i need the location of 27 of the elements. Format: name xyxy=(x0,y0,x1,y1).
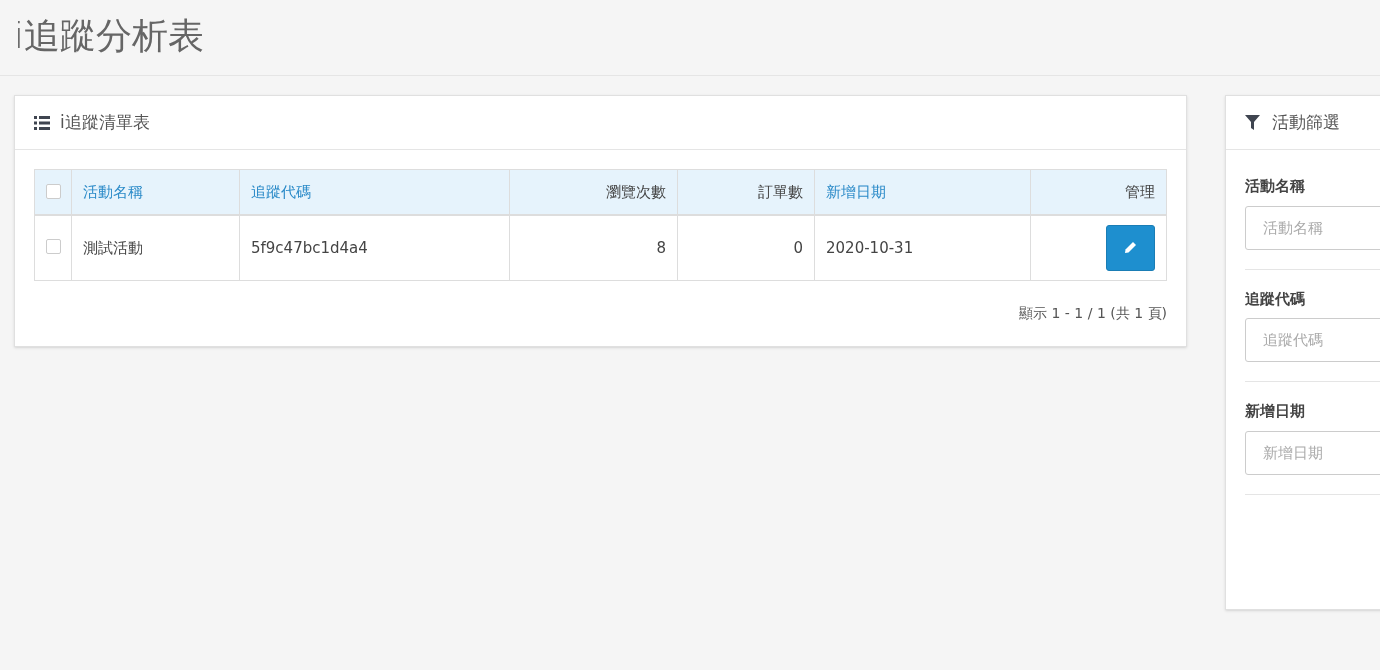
checkbox[interactable] xyxy=(45,183,61,199)
page-title: i追蹤分析表 xyxy=(14,14,204,58)
table-cell: 測試活動 xyxy=(83,238,143,257)
pagination-info: 顯示 1 - 1 / 1 (共 1 頁) xyxy=(1019,304,1167,323)
field-label: 新增日期 xyxy=(1245,401,1305,422)
panel-title: i追蹤清單表 xyxy=(60,110,150,134)
input-field[interactable]: 活動名稱 xyxy=(1245,205,1380,250)
table-cell: 0 xyxy=(793,238,803,257)
sortable-column-header[interactable]: 追蹤代碼 xyxy=(251,182,311,201)
column-header: 訂單數 xyxy=(758,182,803,201)
column-header: 管理 xyxy=(1125,182,1155,201)
table-cell: 8 xyxy=(656,238,666,257)
table-cell: 5f9c47bc1d4a4 xyxy=(251,238,368,257)
sortable-column-header[interactable]: 活動名稱 xyxy=(83,182,143,201)
list-icon xyxy=(34,115,50,130)
input-field[interactable]: 新增日期 xyxy=(1245,430,1380,475)
pencil-icon xyxy=(1124,241,1137,255)
table-cell: 2020-10-31 xyxy=(826,238,914,257)
field-label: 活動名稱 xyxy=(1245,176,1305,197)
column-header: 瀏覽次數 xyxy=(606,182,666,201)
sortable-column-header[interactable]: 新增日期 xyxy=(826,182,886,201)
edit-button[interactable] xyxy=(1106,224,1155,271)
input-field[interactable]: 追蹤代碼 xyxy=(1245,318,1380,362)
checkbox[interactable] xyxy=(45,238,61,254)
filter-icon xyxy=(1245,115,1260,130)
field-label: 追蹤代碼 xyxy=(1245,288,1305,310)
panel-title: 活動篩選 xyxy=(1272,110,1340,134)
